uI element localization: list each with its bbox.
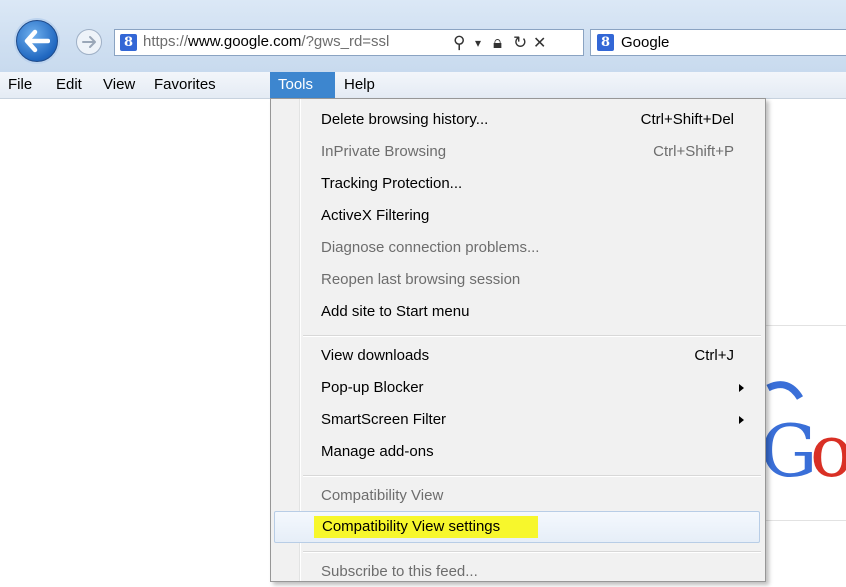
refresh-icon[interactable]: ↻	[513, 32, 527, 54]
menu-file[interactable]: File	[0, 72, 40, 98]
menu-item-diagnose-connection[interactable]: Diagnose connection problems...	[274, 233, 760, 263]
menu-item-label: Pop-up Blocker	[321, 379, 424, 396]
menu-item-delete-browsing-history[interactable]: Delete browsing history... Ctrl+Shift+De…	[274, 105, 760, 135]
menu-item-tracking-protection[interactable]: Tracking Protection...	[274, 169, 760, 199]
site-favicon-icon: 8	[120, 34, 137, 51]
menu-item-compatibility-view[interactable]: Compatibility View	[274, 481, 760, 511]
back-arrow-icon	[24, 29, 50, 53]
url-text[interactable]: https://www.google.com/?gws_rd=ssl	[143, 33, 389, 50]
browser-tab[interactable]: 8 Google	[590, 29, 846, 56]
forward-button[interactable]	[76, 29, 102, 55]
menu-item-compatibility-view-settings[interactable]: Compatibility View settings	[274, 511, 760, 543]
menu-item-label: Compatibility View settings	[314, 512, 539, 542]
stop-icon[interactable]: ✕	[533, 32, 546, 54]
menu-separator	[303, 335, 761, 337]
search-icon[interactable]: ⚲	[453, 32, 465, 54]
tab-title: Google	[621, 34, 670, 51]
menu-item-label: Diagnose connection problems...	[321, 239, 540, 256]
menu-item-smartscreen-filter[interactable]: SmartScreen Filter	[274, 405, 760, 435]
svg-text:o: o	[810, 409, 846, 490]
menu-tools[interactable]: Tools	[270, 72, 335, 98]
url-path: /?gws_rd=ssl	[301, 33, 390, 50]
menu-bar: File Edit View Favorites Tools Help	[0, 72, 846, 99]
menu-item-reopen-session[interactable]: Reopen last browsing session	[274, 265, 760, 295]
menu-item-label: Subscribe to this feed...	[321, 563, 478, 580]
submenu-arrow-icon	[739, 416, 744, 424]
back-button[interactable]	[16, 20, 58, 62]
menu-view[interactable]: View	[95, 72, 143, 98]
browser-toolbar: 8 https://www.google.com/?gws_rd=ssl ⚲ ▾…	[0, 0, 846, 72]
menu-edit[interactable]: Edit	[48, 72, 90, 98]
url-host: www.google.com	[188, 33, 302, 50]
menu-item-label: Add site to Start menu	[321, 303, 470, 320]
menu-item-label: Reopen last browsing session	[321, 271, 521, 288]
menu-favorites[interactable]: Favorites	[146, 72, 224, 98]
menu-item-label: ActiveX Filtering	[321, 207, 430, 224]
google-logo-fragment: G o	[760, 381, 846, 490]
menu-item-label: Tracking Protection...	[321, 175, 463, 192]
menu-item-label: InPrivate Browsing	[321, 143, 447, 160]
menu-item-add-site-start-menu[interactable]: Add site to Start menu	[274, 297, 760, 327]
menu-item-shortcut: Ctrl+Shift+P	[653, 143, 734, 160]
menu-item-popup-blocker[interactable]: Pop-up Blocker	[274, 373, 760, 403]
menu-item-activex-filtering[interactable]: ActiveX Filtering	[274, 201, 760, 231]
menu-item-shortcut: Ctrl+Shift+Del	[640, 111, 734, 128]
page-divider	[762, 520, 846, 521]
menu-item-subscribe-feed[interactable]: Subscribe to this feed...	[274, 557, 760, 587]
tab-favicon-icon: 8	[597, 34, 614, 51]
submenu-arrow-icon	[739, 384, 744, 392]
url-scheme: https://	[143, 33, 189, 50]
menu-item-shortcut: Ctrl+J	[694, 347, 734, 364]
menu-separator	[303, 551, 761, 553]
menu-help[interactable]: Help	[336, 72, 383, 98]
menu-item-view-downloads[interactable]: View downloads Ctrl+J	[274, 341, 760, 371]
highlighter-mark: Compatibility View settings	[314, 516, 539, 538]
dropdown-arrow-icon[interactable]: ▾	[475, 32, 481, 54]
menu-item-label: View downloads	[321, 347, 430, 364]
tools-menu: Delete browsing history... Ctrl+Shift+De…	[270, 98, 766, 582]
menu-item-label: Delete browsing history...	[321, 111, 489, 128]
menu-item-label: Manage add-ons	[321, 443, 434, 460]
menu-separator	[303, 475, 761, 477]
svg-text:G: G	[760, 409, 818, 490]
menu-item-manage-addons[interactable]: Manage add-ons	[274, 437, 760, 467]
address-bar[interactable]: 8 https://www.google.com/?gws_rd=ssl ⚲ ▾…	[114, 29, 584, 56]
menu-item-label: Compatibility View	[321, 487, 444, 504]
forward-arrow-icon	[82, 36, 96, 48]
menu-item-label: SmartScreen Filter	[321, 411, 447, 428]
page-divider	[762, 325, 846, 326]
lock-icon[interactable]: 🔒︎	[493, 32, 502, 54]
menu-item-inprivate-browsing[interactable]: InPrivate Browsing Ctrl+Shift+P	[274, 137, 760, 167]
